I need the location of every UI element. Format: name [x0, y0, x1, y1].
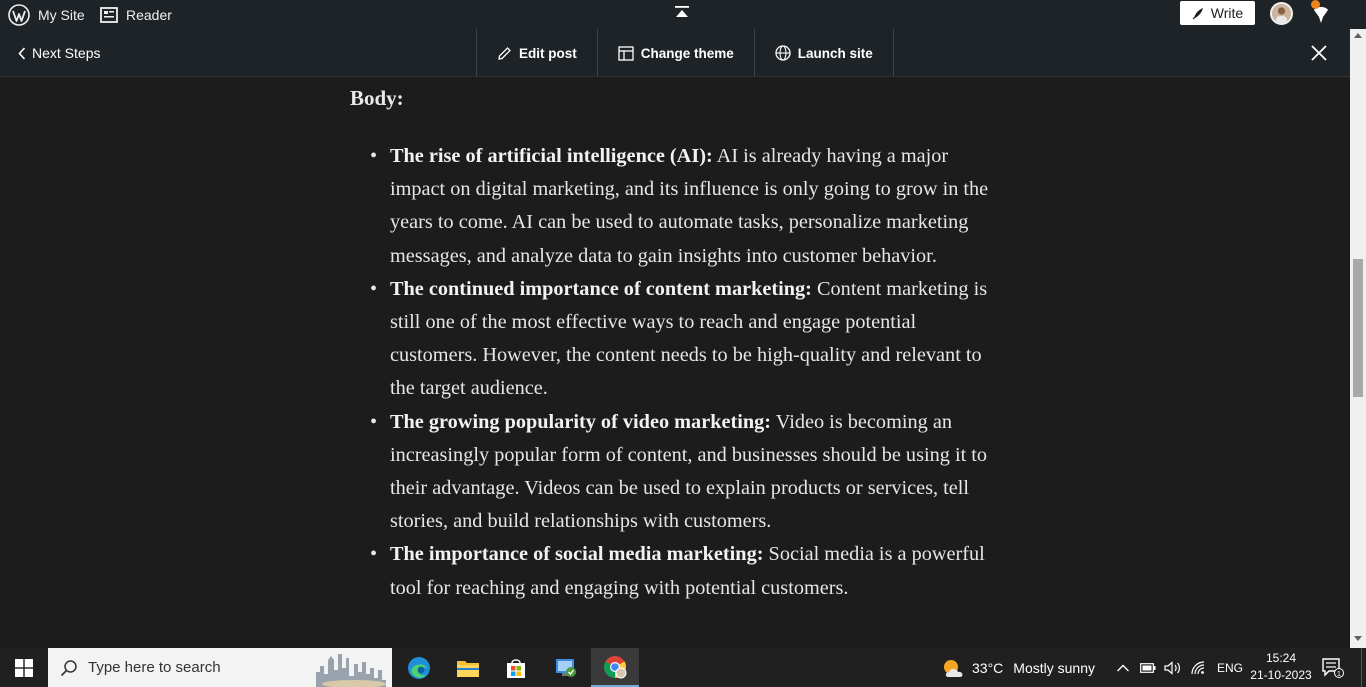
scrollbar-thumb[interactable] [1353, 259, 1363, 397]
change-theme-label: Change theme [640, 45, 734, 61]
store-app-button[interactable] [492, 648, 540, 687]
chevron-up-icon[interactable] [1116, 663, 1130, 673]
toolbar-actions: Edit post Change theme Launch site [476, 29, 894, 77]
file-explorer-app-button[interactable] [444, 648, 492, 687]
notification-count: 1 [1337, 671, 1341, 678]
bullet-title: The importance of social media marketing… [390, 543, 764, 566]
control-panel-app-button[interactable] [542, 648, 590, 687]
control-panel-icon [556, 658, 576, 677]
chrome-app-button[interactable] [591, 648, 639, 687]
body-heading: Body: [350, 86, 404, 110]
show-desktop-button[interactable] [1361, 648, 1366, 687]
city-skyline-icon [312, 650, 390, 687]
chevron-left-icon [18, 46, 26, 60]
language-indicator[interactable]: ENG [1217, 661, 1243, 675]
system-tray: ENG [1114, 648, 1243, 687]
launch-site-button[interactable]: Launch site [755, 29, 894, 77]
search-icon [60, 659, 77, 676]
chrome-browser-icon [604, 655, 627, 678]
partly-sunny-icon [944, 659, 963, 677]
next-steps-button[interactable]: Next Steps [18, 29, 100, 77]
avatar[interactable] [1270, 2, 1293, 25]
edit-post-label: Edit post [519, 45, 577, 61]
edge-app-button[interactable] [395, 648, 443, 687]
weather-description: Mostly sunny [1013, 659, 1095, 676]
reader-label: Reader [126, 6, 172, 23]
post-content: Body: The rise of artificial intelligenc… [0, 78, 1350, 648]
pen-icon [1192, 7, 1203, 19]
weather-widget[interactable]: 33°C Mostly sunny [940, 648, 1095, 687]
layout-icon [618, 45, 634, 61]
next-steps-label: Next Steps [32, 45, 101, 61]
clock[interactable]: 15:24 21-10-2023 [1244, 650, 1318, 684]
taskbar: Type here to search 33°C Mostly sunny EN… [0, 648, 1366, 687]
close-icon[interactable] [1310, 44, 1328, 62]
launch-site-label: Launch site [797, 45, 873, 61]
vertical-scrollbar[interactable] [1350, 29, 1366, 648]
my-site-link[interactable]: My Site [8, 0, 85, 29]
collapse-up-icon[interactable] [674, 5, 690, 19]
list-item: The growing popularity of video marketin… [370, 406, 1000, 539]
store-bag-icon [507, 658, 525, 678]
windows-logo-icon [15, 658, 33, 677]
start-button[interactable] [0, 648, 48, 687]
search-placeholder: Type here to search [88, 659, 221, 676]
wordpress-logo-icon [8, 3, 30, 26]
scroll-up-arrow-icon[interactable] [1354, 33, 1362, 38]
list-item: The importance of social media marketing… [370, 538, 1000, 604]
reader-icon [100, 6, 118, 23]
user-avatar-icon [1272, 4, 1291, 23]
bullet-list: The rise of artificial intelligence (AI)… [370, 140, 1000, 605]
bullet-title: The growing popularity of video marketin… [390, 410, 772, 433]
edge-browser-icon [408, 656, 430, 679]
site-toolbar: Next Steps Edit post Change theme Launch… [0, 29, 1350, 77]
list-item: The rise of artificial intelligence (AI)… [370, 140, 1000, 273]
wifi-icon[interactable] [1190, 660, 1206, 675]
scroll-down-arrow-icon[interactable] [1354, 636, 1362, 641]
folder-icon [457, 660, 479, 677]
bullet-title: The continued importance of content mark… [390, 277, 812, 300]
change-theme-button[interactable]: Change theme [598, 29, 755, 77]
reader-link[interactable]: Reader [100, 0, 172, 29]
my-site-label: My Site [38, 6, 85, 23]
write-button[interactable]: Write [1180, 1, 1255, 25]
globe-icon [775, 45, 791, 61]
edit-post-button[interactable]: Edit post [477, 29, 598, 77]
clock-date: 21-10-2023 [1250, 668, 1312, 682]
weather-temperature: 33°C [972, 659, 1004, 676]
list-item: The continued importance of content mark… [370, 273, 1000, 406]
admin-bar: My Site Reader Write [0, 0, 1366, 29]
clock-time: 15:24 [1265, 651, 1297, 665]
notification-dot [1311, 0, 1320, 9]
pencil-icon [498, 46, 511, 60]
action-center-icon[interactable]: 1 [1322, 658, 1344, 678]
write-label: Write [1210, 5, 1244, 21]
bullet-title: The rise of artificial intelligence (AI)… [390, 145, 713, 167]
volume-icon[interactable] [1164, 660, 1182, 675]
battery-icon[interactable] [1140, 662, 1156, 673]
